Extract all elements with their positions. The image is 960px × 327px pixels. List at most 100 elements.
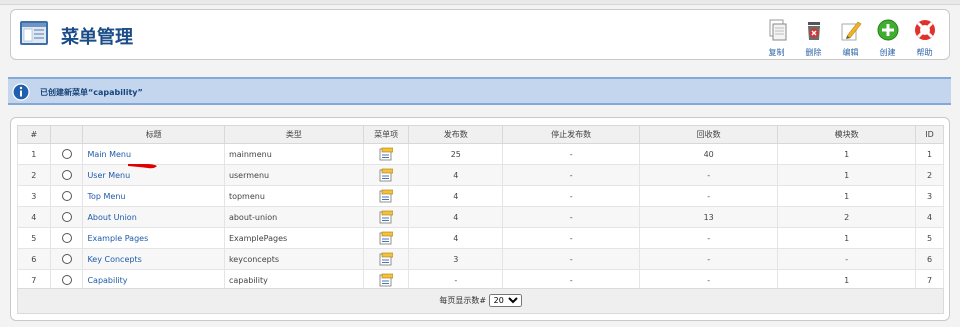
content-panel: # 标题 类型 菜单项 发布数 停止发布数 回收数 模块数 ID 1 Main M… [10, 117, 950, 321]
pagination: 每页显示数# 20 [17, 288, 944, 314]
row-radio[interactable] [61, 191, 72, 201]
row-radio[interactable] [61, 170, 72, 180]
delete-button[interactable]: 删除 [795, 15, 832, 58]
menu-items-icon[interactable] [379, 147, 394, 161]
table-header-row: # 标题 类型 菜单项 发布数 停止发布数 回收数 模块数 ID [17, 125, 944, 144]
row-menu-items[interactable] [362, 227, 410, 249]
row-type: usermenu [223, 164, 364, 186]
col-header-id[interactable]: ID [915, 125, 944, 144]
row-unpublished: - [502, 206, 641, 228]
row-type: ExamplePages [223, 227, 364, 249]
row-select-cell [49, 206, 84, 228]
col-header-trashed: 回收数 [639, 125, 779, 144]
col-header-type[interactable]: 类型 [223, 125, 364, 144]
toolbar: 复制 删除 编辑 创建 帮助 [758, 15, 943, 58]
delete-icon [807, 22, 820, 40]
row-title-cell: Top Menu [82, 185, 225, 207]
row-select-cell [49, 164, 84, 186]
row-menu-items[interactable] [362, 185, 410, 207]
row-number: 4 [17, 206, 51, 228]
help-label: 帮助 [916, 48, 933, 57]
col-header-title[interactable]: 标题 [82, 125, 225, 144]
row-id: 5 [915, 227, 944, 249]
col-header-modules: 模块数 [777, 125, 917, 144]
row-radio[interactable] [61, 233, 72, 243]
menu-items-icon[interactable] [379, 189, 394, 203]
row-trashed: - [639, 185, 779, 207]
menu-items-icon[interactable] [379, 231, 394, 245]
menu-manager-icon [20, 21, 48, 45]
row-radio[interactable] [61, 254, 72, 264]
menu-title-link[interactable]: Capability [87, 276, 127, 285]
row-number: 5 [17, 227, 51, 249]
row-trashed: 40 [639, 143, 779, 165]
row-type: mainmenu [223, 143, 364, 165]
page-header: 菜单管理 复制 删除 编辑 创建 帮助 [10, 9, 950, 60]
row-menu-items[interactable] [362, 248, 410, 270]
row-menu-items[interactable] [362, 164, 410, 186]
delete-label: 删除 [805, 48, 822, 57]
row-type: about-union [223, 206, 364, 228]
system-message: 已创建新菜单“capability” [8, 77, 951, 105]
col-header-num[interactable]: # [17, 125, 51, 144]
row-unpublished: - [502, 164, 641, 186]
create-label: 创建 [879, 48, 896, 57]
menu-items-icon[interactable] [379, 252, 394, 266]
row-published: 4 [408, 185, 504, 207]
message-text: 已创建新菜单“capability” [40, 88, 143, 97]
row-menu-items[interactable] [362, 206, 410, 228]
table-row: 5 Example Pages ExamplePages 4- -1 5 [17, 227, 944, 249]
row-select-cell [49, 143, 84, 165]
row-modules: 2 [777, 206, 917, 228]
row-trashed: 13 [639, 206, 779, 228]
col-header-unpublished: 停止发布数 [502, 125, 641, 144]
row-type: topmenu [223, 185, 364, 207]
row-unpublished: - [502, 185, 641, 207]
row-published: 3 [408, 248, 504, 270]
display-num-label: 每页显示数# [439, 296, 487, 305]
row-id: 2 [915, 164, 944, 186]
table-row: 6 Key Concepts keyconcepts 3- - -6 [17, 248, 944, 270]
row-modules: 1 [777, 227, 917, 249]
col-header-select [49, 125, 84, 144]
row-select-cell [49, 227, 84, 249]
row-unpublished: - [502, 227, 641, 249]
menu-title-link[interactable]: Main Menu [87, 150, 131, 159]
edit-button[interactable]: 编辑 [832, 15, 869, 58]
row-radio[interactable] [61, 275, 72, 285]
menu-title-link[interactable]: Key Concepts [87, 255, 141, 264]
row-unpublished: - [502, 143, 641, 165]
row-radio[interactable] [61, 149, 72, 159]
menu-title-link[interactable]: Top Menu [87, 192, 125, 201]
menus-table: # 标题 类型 菜单项 发布数 停止发布数 回收数 模块数 ID 1 Main M… [17, 125, 944, 291]
row-id: 4 [915, 206, 944, 228]
menu-title-link[interactable]: User Menu [87, 171, 130, 180]
menu-items-icon[interactable] [379, 210, 394, 224]
row-title-cell: Key Concepts [82, 248, 225, 270]
row-menu-items[interactable] [362, 143, 410, 165]
row-id: 3 [915, 185, 944, 207]
menu-title-link[interactable]: Example Pages [87, 234, 148, 243]
row-id: 6 [915, 248, 944, 270]
copy-button[interactable]: 复制 [758, 15, 795, 58]
col-header-menu-items: 菜单项 [362, 125, 410, 144]
help-button[interactable]: 帮助 [906, 15, 943, 58]
row-number: 3 [17, 185, 51, 207]
menu-items-icon[interactable] [379, 168, 394, 182]
table-row: 4 About Union about-union 4-13 2 4 [17, 206, 944, 228]
create-icon [877, 19, 898, 41]
row-trashed: - [639, 248, 779, 270]
row-number: 6 [17, 248, 51, 270]
create-button[interactable]: 创建 [869, 15, 906, 58]
row-radio[interactable] [61, 212, 72, 222]
menu-title-link[interactable]: About Union [87, 213, 136, 222]
edit-icon [841, 21, 861, 41]
edit-label: 编辑 [842, 48, 859, 57]
page-title: 菜单管理 [61, 27, 133, 48]
display-num-select[interactable]: 20 [488, 294, 522, 307]
row-published: 25 [408, 143, 504, 165]
table-row: 3 Top Menu topmenu 4- -1 3 [17, 185, 944, 207]
menu-items-icon[interactable] [379, 273, 394, 287]
copy-icon [769, 19, 786, 41]
copy-label: 复制 [768, 48, 785, 57]
